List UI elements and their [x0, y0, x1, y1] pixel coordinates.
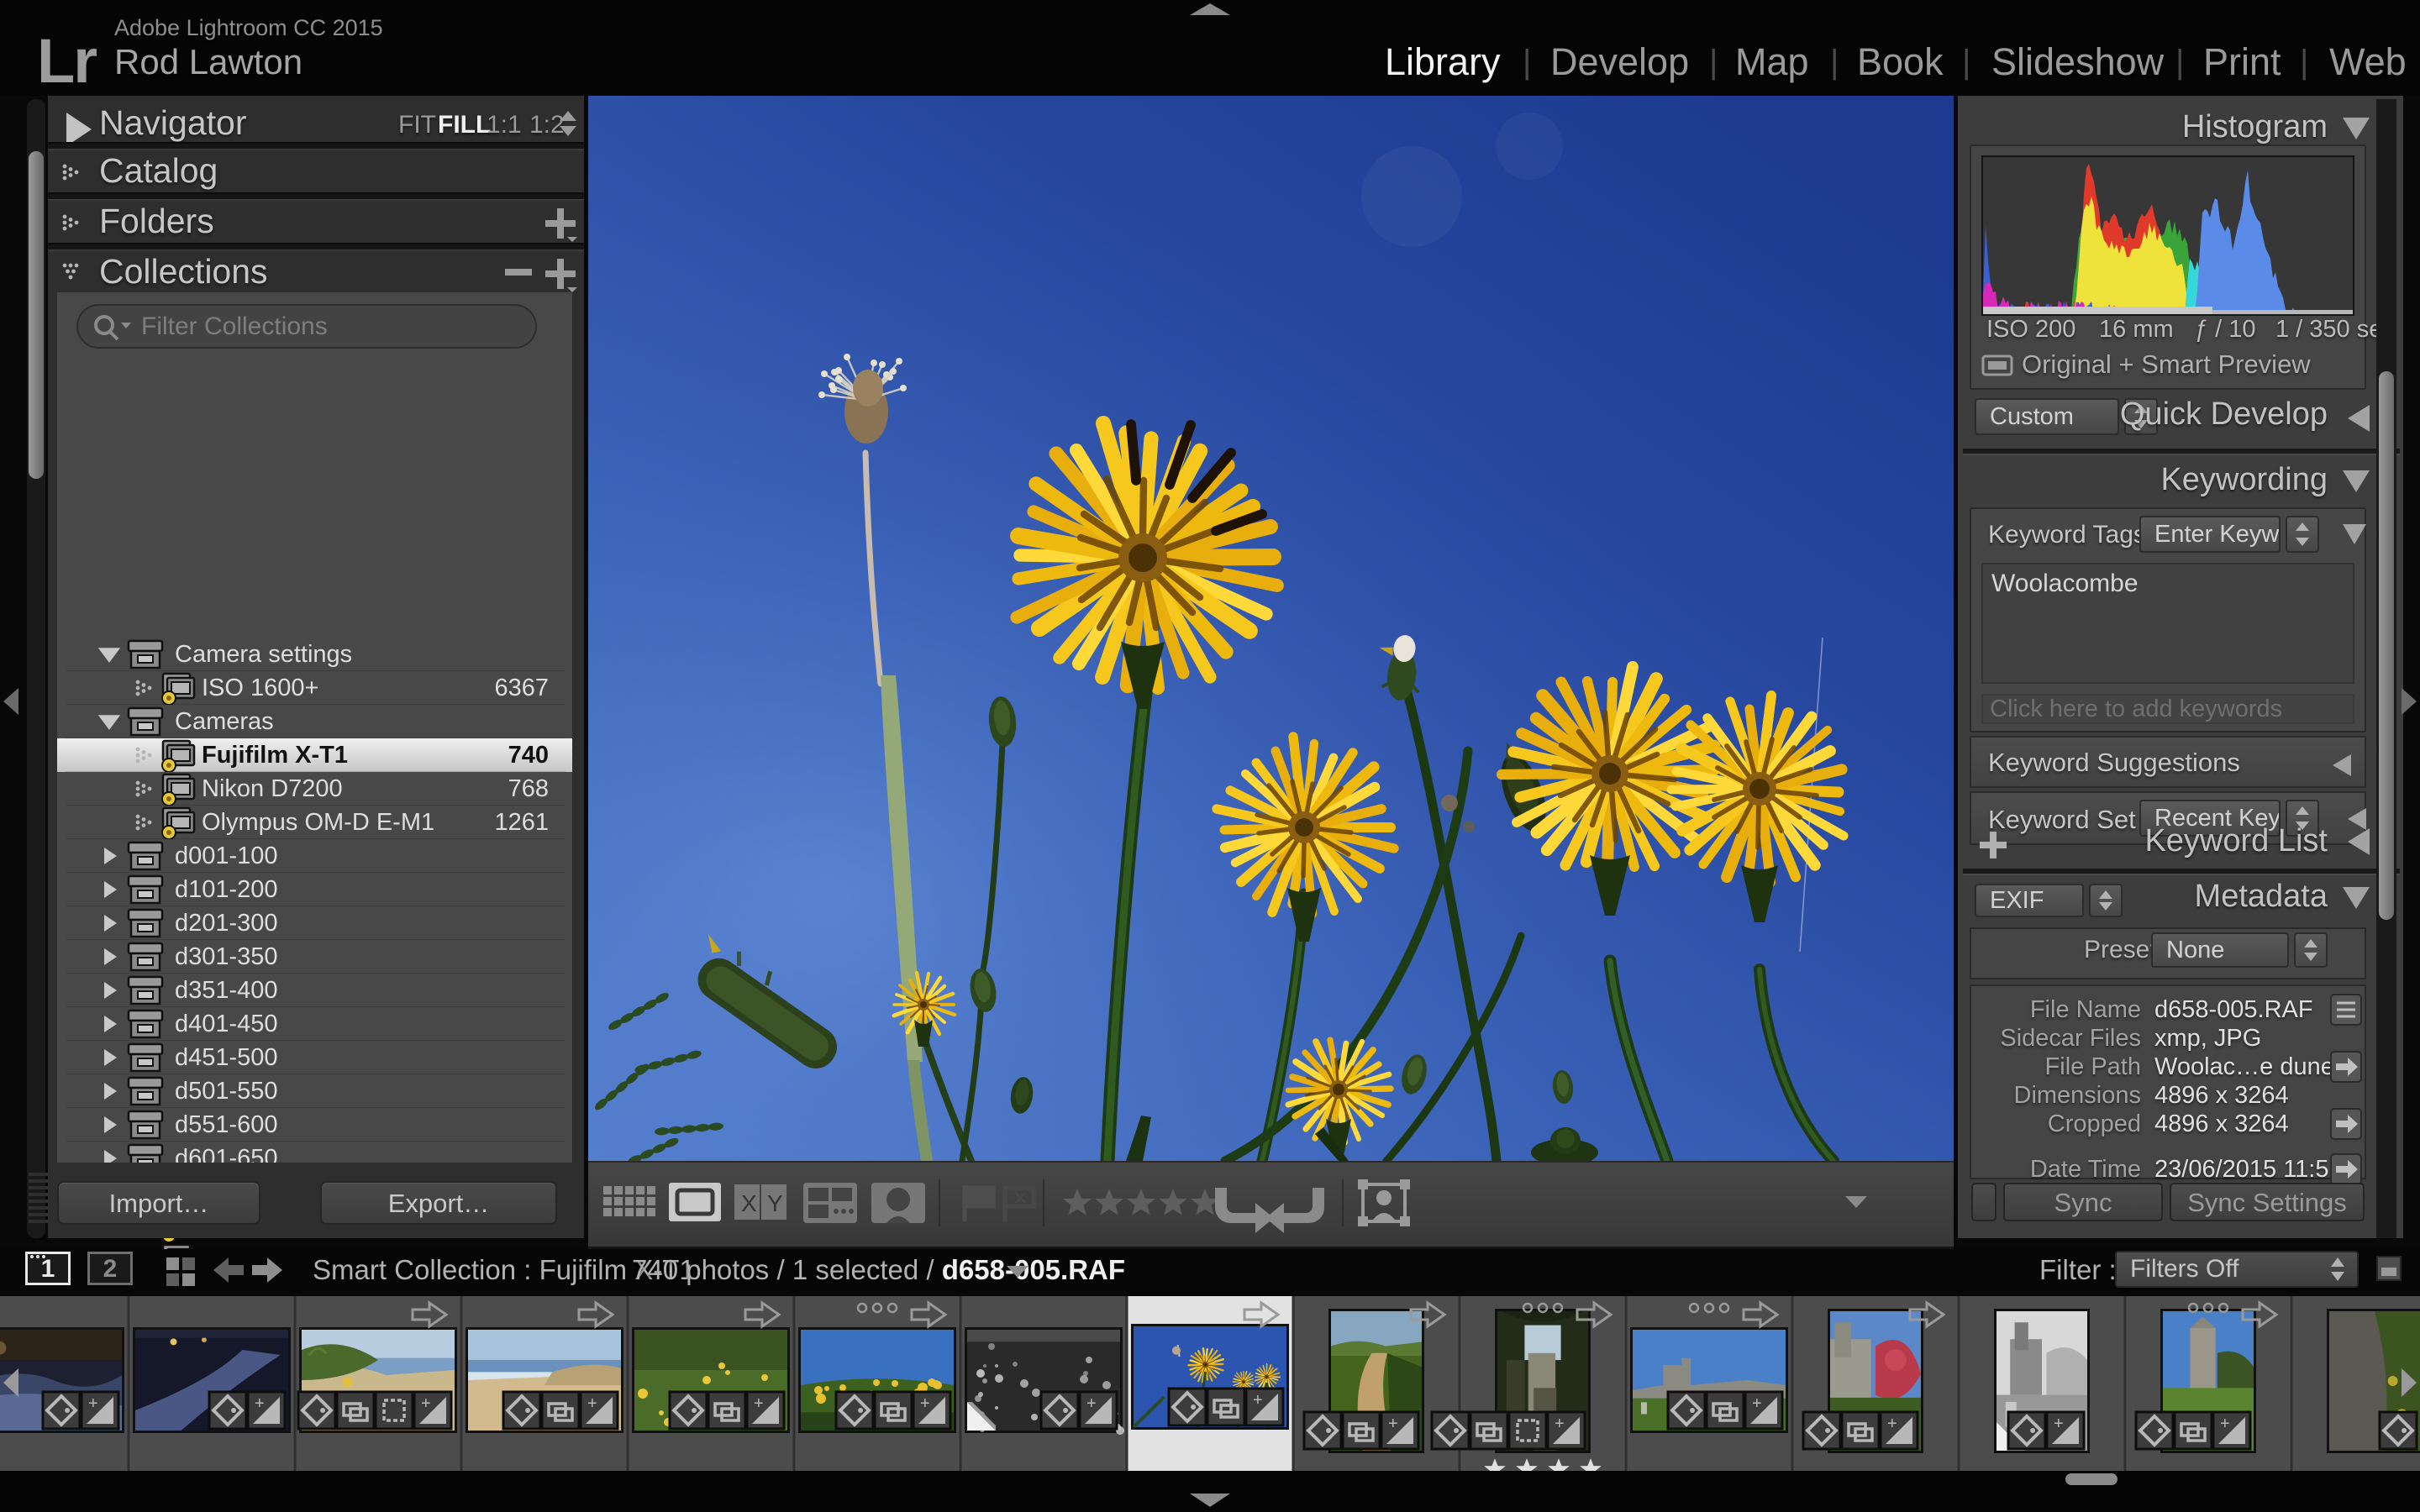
svg-text:+: + [255, 1394, 265, 1413]
svg-text:+: + [1887, 1415, 1897, 1433]
svg-text:+: + [1555, 1415, 1565, 1433]
svg-text:+: + [421, 1394, 431, 1413]
svg-text:+: + [1253, 1391, 1263, 1410]
svg-text:X: X [741, 1190, 757, 1216]
svg-text:+: + [1752, 1394, 1762, 1413]
svg-text:+: + [587, 1394, 597, 1413]
svg-text:+: + [88, 1394, 98, 1413]
svg-text:+: + [1388, 1415, 1398, 1433]
svg-text:+: + [754, 1394, 764, 1413]
svg-text:+: + [1086, 1394, 1097, 1413]
svg-text:+: + [2054, 1415, 2064, 1433]
svg-text:+: + [2220, 1415, 2230, 1433]
svg-text:✕: ✕ [1013, 1188, 1028, 1209]
svg-text:+: + [920, 1394, 930, 1413]
svg-text:Y: Y [767, 1190, 783, 1216]
